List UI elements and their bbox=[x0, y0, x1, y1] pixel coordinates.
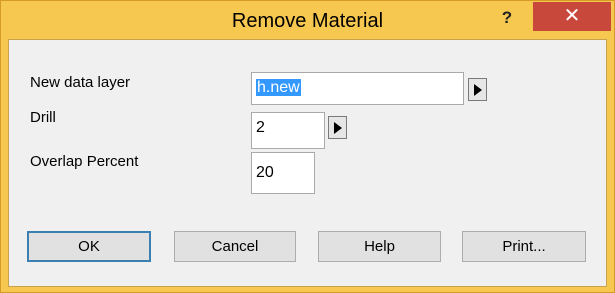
new-data-layer-value: h.new bbox=[256, 79, 301, 96]
drill-arrow-button[interactable] bbox=[328, 116, 347, 139]
ok-button[interactable]: OK bbox=[27, 231, 151, 262]
title-bar[interactable]: Remove Material ? ✕ bbox=[1, 1, 614, 39]
overlap-percent-input[interactable]: 20 bbox=[251, 152, 315, 194]
drill-value: 2 bbox=[256, 119, 265, 136]
close-button[interactable]: ✕ bbox=[533, 2, 611, 31]
overlap-percent-label: Overlap Percent bbox=[30, 153, 139, 170]
dialog-title: Remove Material bbox=[231, 10, 384, 32]
remove-material-dialog: Remove Material ? ✕ New data layer h.new… bbox=[0, 0, 615, 293]
new-data-layer-input[interactable]: h.new bbox=[251, 72, 464, 105]
drill-input[interactable]: 2 bbox=[251, 112, 325, 149]
help-title-button[interactable]: ? bbox=[492, 6, 522, 32]
new-data-layer-label: New data layer bbox=[30, 74, 131, 91]
new-data-layer-arrow-button[interactable] bbox=[468, 78, 487, 101]
print-button[interactable]: Print... bbox=[462, 231, 586, 262]
triangle-right-icon bbox=[473, 83, 482, 96]
close-icon: ✕ bbox=[563, 5, 581, 27]
help-button[interactable]: Help bbox=[318, 231, 441, 262]
drill-label: Drill bbox=[30, 109, 56, 126]
overlap-percent-value: 20 bbox=[256, 164, 274, 181]
triangle-right-icon bbox=[333, 121, 342, 134]
cancel-button[interactable]: Cancel bbox=[174, 231, 296, 262]
dialog-body: New data layer h.new Drill 2 Overlap Per… bbox=[8, 39, 607, 287]
